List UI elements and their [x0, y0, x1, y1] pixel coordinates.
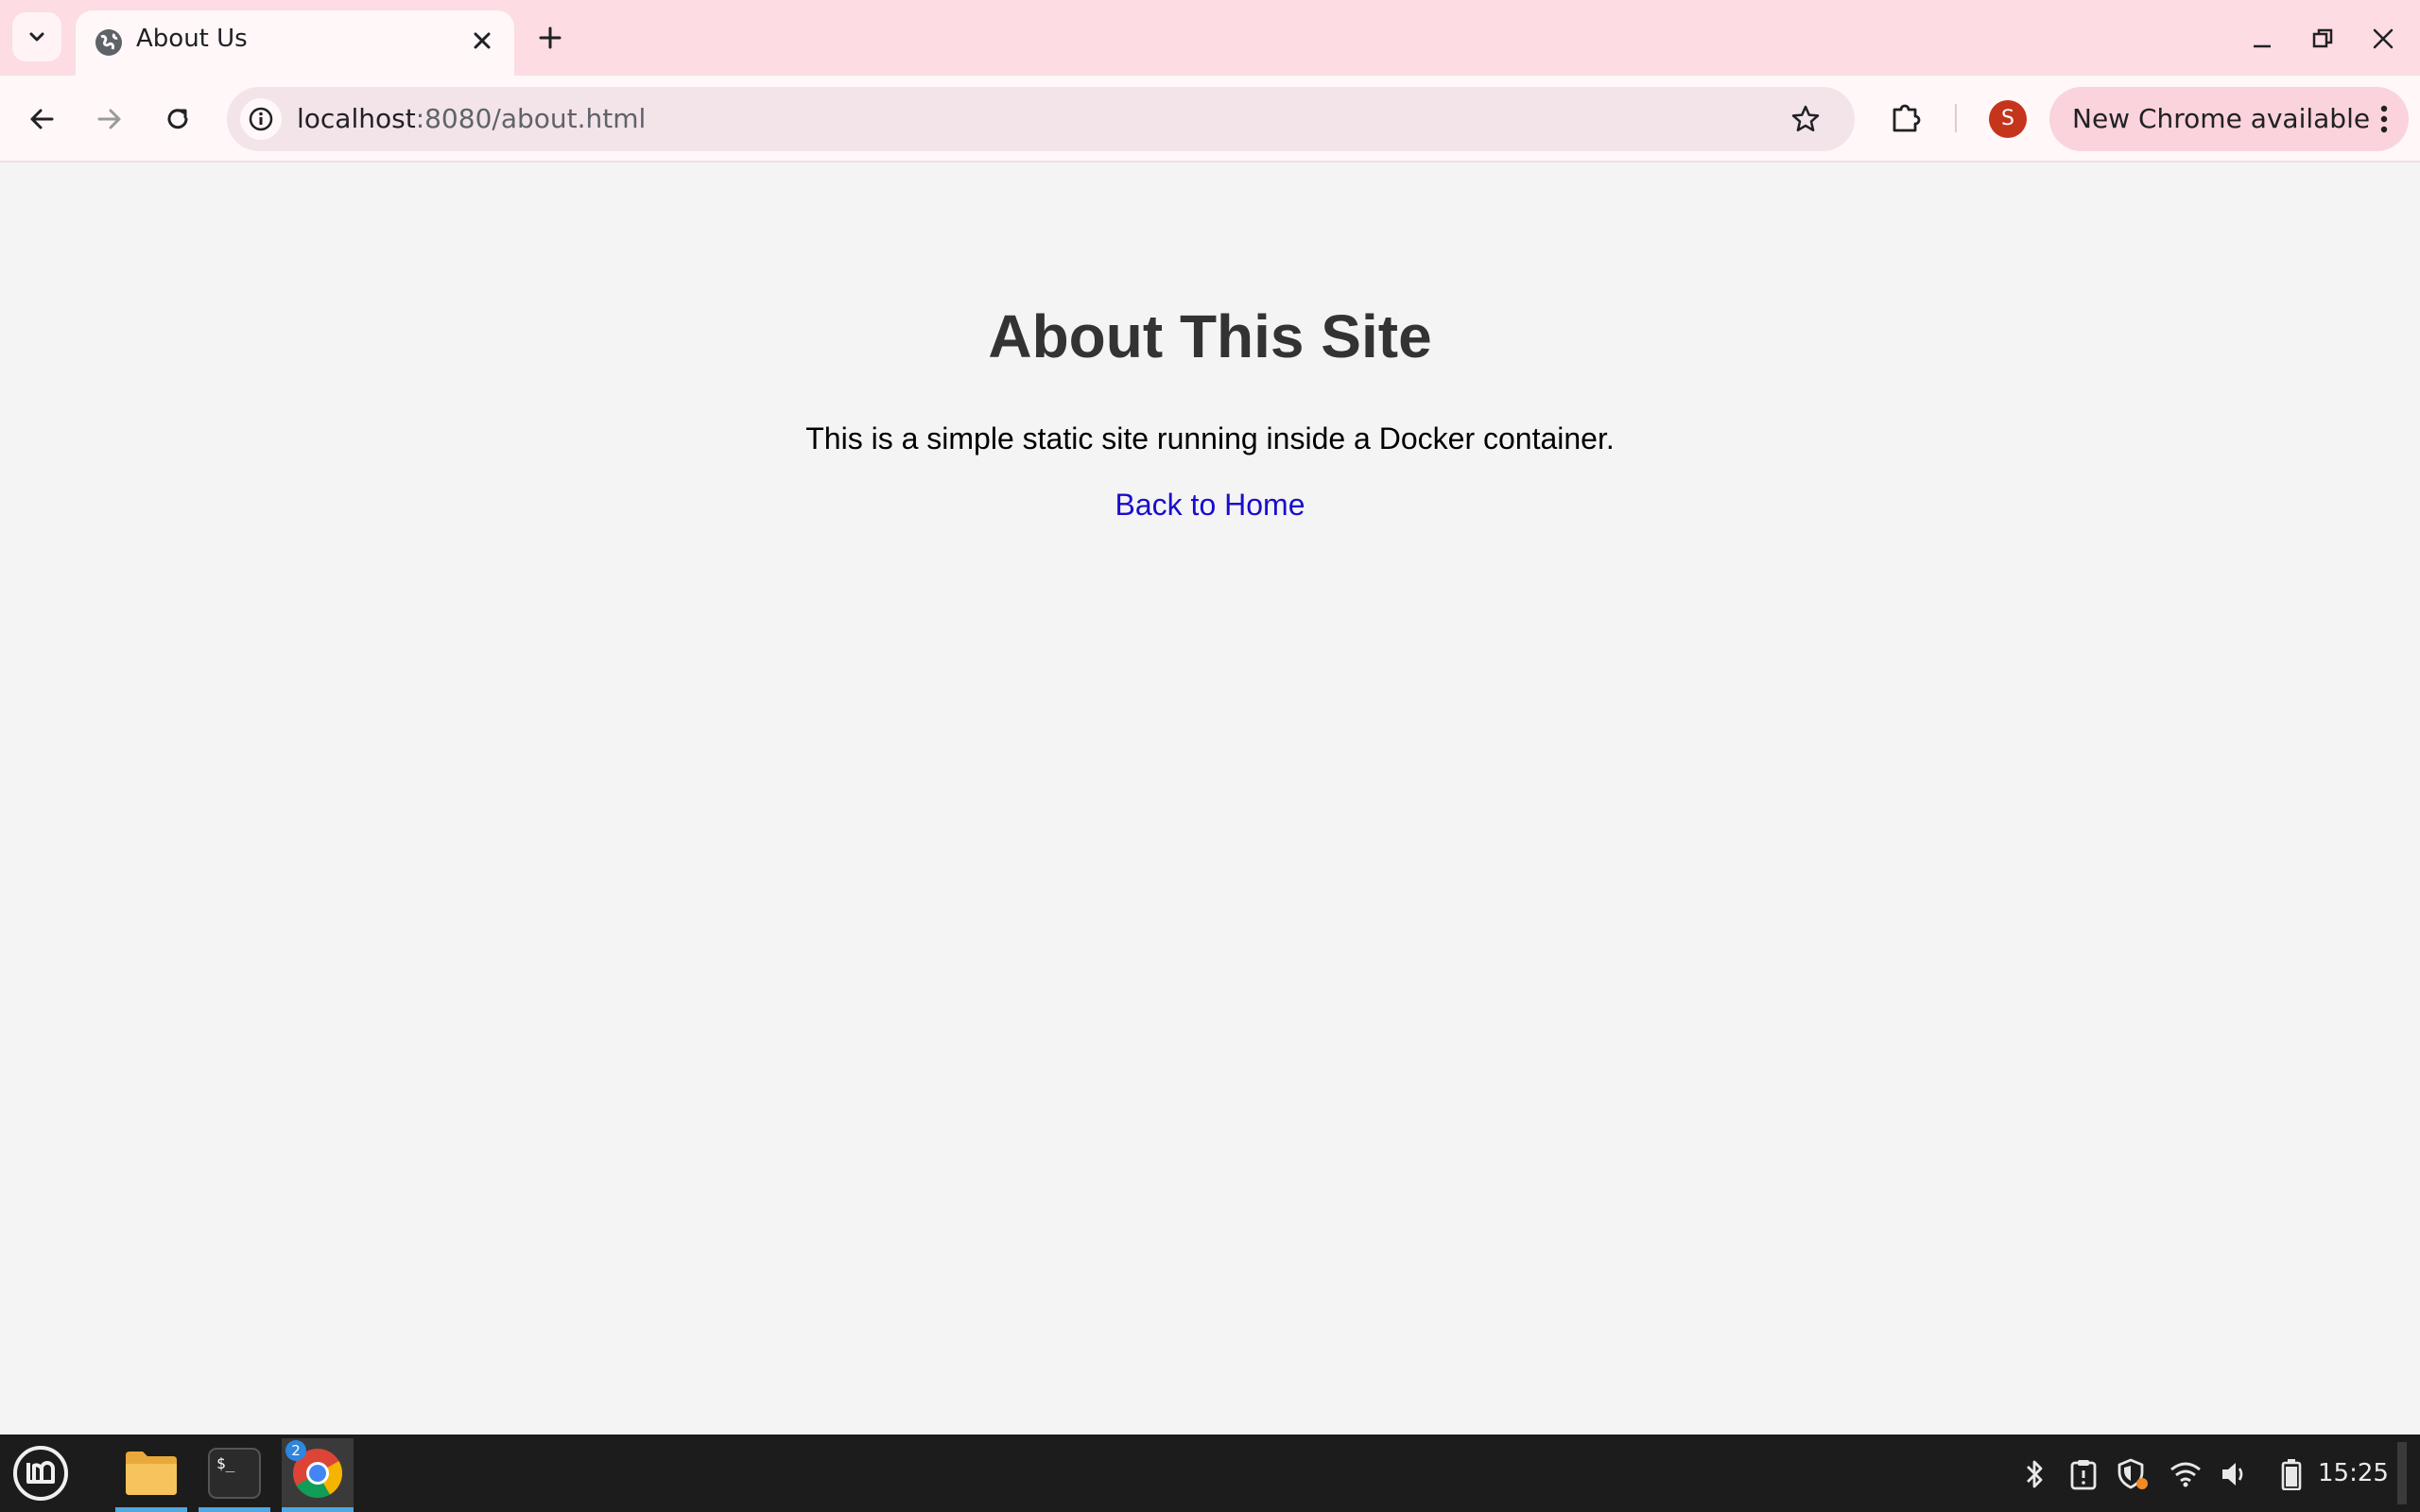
back-arrow-icon	[30, 109, 54, 129]
start-menu-button[interactable]	[8, 1444, 74, 1503]
update-chrome-button[interactable]: New Chrome available	[2049, 87, 2409, 151]
extensions-icon	[1893, 104, 1921, 132]
kebab-menu-icon	[2380, 105, 2388, 133]
browser-tab[interactable]: About Us	[76, 10, 514, 76]
url-text[interactable]: localhost:8080/about.html	[297, 87, 646, 151]
tab-search-button[interactable]	[12, 12, 61, 61]
folder-icon	[126, 1452, 177, 1495]
tab-search-icon	[29, 32, 44, 42]
close-icon	[474, 32, 491, 49]
new-tab-button[interactable]	[531, 19, 569, 57]
taskbar: $_ 2 15:25	[0, 1435, 2420, 1512]
back-to-home-link[interactable]: Back to Home	[1115, 488, 1305, 522]
battery-tray[interactable]	[2273, 1455, 2310, 1493]
extensions-button[interactable]	[1885, 96, 1927, 138]
url-path: :8080/about.html	[415, 103, 647, 134]
clipboard-tray[interactable]	[2065, 1455, 2102, 1493]
taskbar-chrome[interactable]: 2	[282, 1438, 354, 1512]
page-heading: About This Site	[988, 302, 1432, 370]
terminal-icon: $_	[208, 1448, 261, 1499]
site-info-button[interactable]	[240, 98, 282, 140]
restore-button[interactable]	[2303, 19, 2342, 59]
forward-arrow-icon	[97, 109, 121, 129]
screen: About Us localhost:8080/about.html S New…	[0, 0, 2420, 1512]
back-to-home-container: Back to Home	[0, 490, 2420, 520]
show-desktop-button[interactable]	[2397, 1442, 2407, 1504]
tab-strip: About Us	[0, 0, 2420, 76]
tab-title: About Us	[136, 25, 248, 53]
wifi-icon	[2170, 1462, 2201, 1487]
shield-icon	[2118, 1458, 2148, 1489]
page-content: About This Site This is a simple static …	[0, 163, 2420, 1435]
toolbar-divider	[1955, 104, 1957, 132]
running-indicator	[282, 1507, 354, 1512]
taskbar-terminal[interactable]: $_	[199, 1438, 270, 1512]
volume-tray[interactable]	[2216, 1455, 2254, 1493]
browser-menu-button[interactable]	[2365, 100, 2403, 138]
reload-button[interactable]	[155, 96, 200, 142]
bluetooth-tray[interactable]	[2015, 1455, 2053, 1493]
running-indicator	[199, 1507, 270, 1512]
address-bar[interactable]: localhost:8080/about.html	[227, 87, 1855, 151]
running-indicator	[115, 1507, 187, 1512]
page-description: This is a simple static site running ins…	[805, 421, 1615, 455]
volume-icon	[2222, 1463, 2243, 1486]
window-close-icon	[2373, 28, 2394, 49]
clock[interactable]: 15:25	[2318, 1435, 2389, 1512]
tab-close-button[interactable]	[463, 22, 501, 60]
mint-menu-icon	[13, 1446, 68, 1501]
bookmark-button[interactable]	[1787, 100, 1824, 138]
svg-text:$_: $_	[216, 1454, 235, 1472]
battery-icon	[2281, 1459, 2302, 1490]
star-icon	[1791, 105, 1820, 132]
forward-button[interactable]	[87, 96, 132, 142]
minimize-button[interactable]	[2242, 19, 2282, 59]
update-manager-tray[interactable]	[2114, 1455, 2152, 1493]
network-tray[interactable]	[2167, 1455, 2204, 1493]
globe-icon	[95, 29, 122, 56]
update-chip-label: New Chrome available	[2072, 103, 2371, 134]
reload-icon	[167, 109, 188, 129]
bluetooth-icon	[2027, 1460, 2043, 1488]
profile-avatar[interactable]: S	[1989, 100, 2027, 138]
window-close-button[interactable]	[2363, 19, 2403, 59]
url-host: localhost	[297, 103, 416, 134]
info-icon	[249, 107, 273, 131]
clipboard-icon	[2070, 1460, 2097, 1490]
plus-icon	[539, 26, 562, 49]
minimize-icon	[2254, 44, 2271, 48]
window-count-badge: 2	[285, 1440, 306, 1461]
restore-icon	[2312, 28, 2333, 48]
back-button[interactable]	[19, 96, 64, 142]
taskbar-files[interactable]	[115, 1438, 187, 1512]
